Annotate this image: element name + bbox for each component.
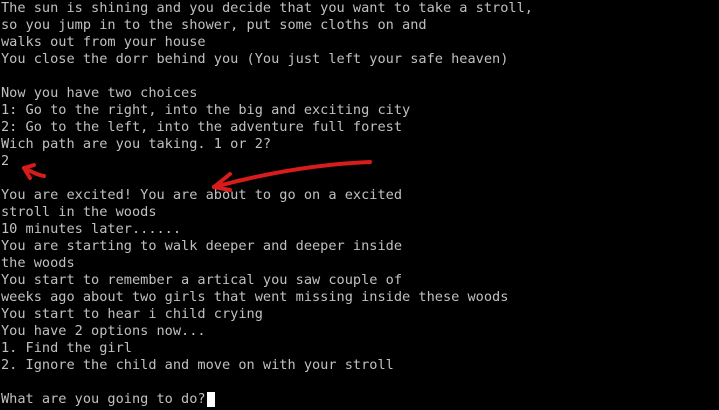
terminal-line: so you jump in to the shower, put some c… [1,17,427,33]
terminal-line: You are starting to walk deeper and deep… [1,238,403,254]
terminal-line: Wich path are you taking. 1 or 2? [1,136,272,152]
terminal-line: walks out from your house [1,34,206,50]
terminal-line: Now you have two choices [1,85,198,101]
terminal-output: The sun is shining and you decide that y… [1,0,716,408]
terminal-line: You have 2 options now... [1,323,206,339]
terminal-line: 1. Find the girl [1,340,132,356]
terminal-line: 10 minutes later...... [1,221,182,237]
terminal-line: stroll in the woods [1,204,157,220]
input-prompt-row[interactable]: What are you going to do? [1,391,716,408]
terminal-line: the woods [1,255,75,271]
terminal-line: You start to hear i child crying [1,306,263,322]
terminal-line: 2. Ignore the child and move on with you… [1,357,394,373]
terminal-window[interactable]: The sun is shining and you decide that y… [0,0,719,410]
terminal-line: 1: Go to the right, into the big and exc… [1,102,411,118]
terminal-line: weeks ago about two girls that went miss… [1,289,509,305]
terminal-line: You start to remember a artical you saw … [1,272,403,288]
terminal-line-user-input: 2 [1,153,10,169]
input-prompt-text: What are you going to do? [1,391,206,407]
terminal-line: The sun is shining and you decide that y… [1,0,533,16]
terminal-line: You are excited! You are about to go on … [1,187,403,203]
terminal-line: You close the dorr behind you (You just … [1,51,509,67]
text-cursor[interactable] [206,392,215,407]
terminal-line: 2: Go to the left, into the adventure fu… [1,119,403,135]
